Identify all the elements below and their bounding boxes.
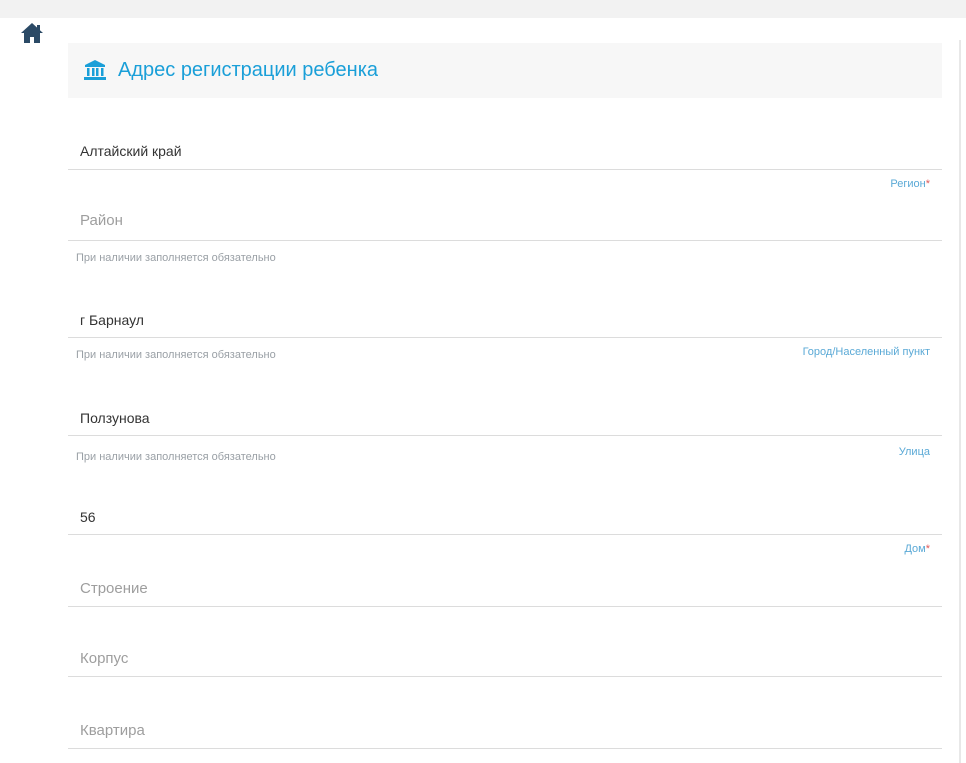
bank-building-icon	[84, 59, 106, 80]
city-underline	[68, 337, 942, 338]
district-underline	[68, 240, 942, 241]
street-underline	[68, 435, 942, 436]
house-underline	[68, 534, 942, 535]
district-field[interactable]: Район При наличии заполняется обязательн…	[68, 200, 942, 270]
apartment-field[interactable]: Квартира	[68, 712, 942, 752]
city-hint: При наличии заполняется обязательно	[76, 349, 276, 361]
region-value[interactable]: Алтайский край	[80, 143, 182, 159]
section-header: Адрес регистрации ребенка	[68, 43, 942, 98]
block-underline	[68, 676, 942, 677]
home-icon[interactable]	[20, 22, 44, 44]
block-placeholder[interactable]: Корпус	[80, 650, 128, 667]
street-value[interactable]: Ползунова	[80, 410, 150, 426]
street-hint: При наличии заполняется обязательно	[76, 451, 276, 463]
apartment-underline	[68, 748, 942, 749]
house-label: Дом*	[904, 543, 930, 555]
city-value[interactable]: г Барнаул	[80, 312, 144, 328]
building-field[interactable]: Строение	[68, 570, 942, 610]
street-field[interactable]: Ползунова При наличии заполняется обязат…	[68, 400, 942, 470]
district-placeholder[interactable]: Район	[80, 212, 123, 229]
building-underline	[68, 606, 942, 607]
region-field[interactable]: Алтайский край Регион*	[68, 130, 942, 200]
street-label: Улица	[898, 446, 930, 458]
region-label: Регион*	[890, 178, 930, 190]
region-underline	[68, 169, 942, 170]
house-value[interactable]: 56	[80, 509, 96, 525]
block-field[interactable]: Корпус	[68, 640, 942, 680]
building-placeholder[interactable]: Строение	[80, 580, 148, 597]
section-title: Адрес регистрации ребенка	[118, 59, 379, 81]
house-field[interactable]: 56 Дом*	[68, 497, 942, 567]
city-label: Город/Населенный пункт	[802, 346, 930, 358]
apartment-placeholder[interactable]: Квартира	[80, 722, 145, 739]
district-hint: При наличии заполняется обязательно	[76, 252, 276, 264]
top-bar	[0, 0, 966, 18]
city-field[interactable]: г Барнаул При наличии заполняется обязат…	[68, 300, 942, 370]
right-divider	[959, 40, 961, 763]
